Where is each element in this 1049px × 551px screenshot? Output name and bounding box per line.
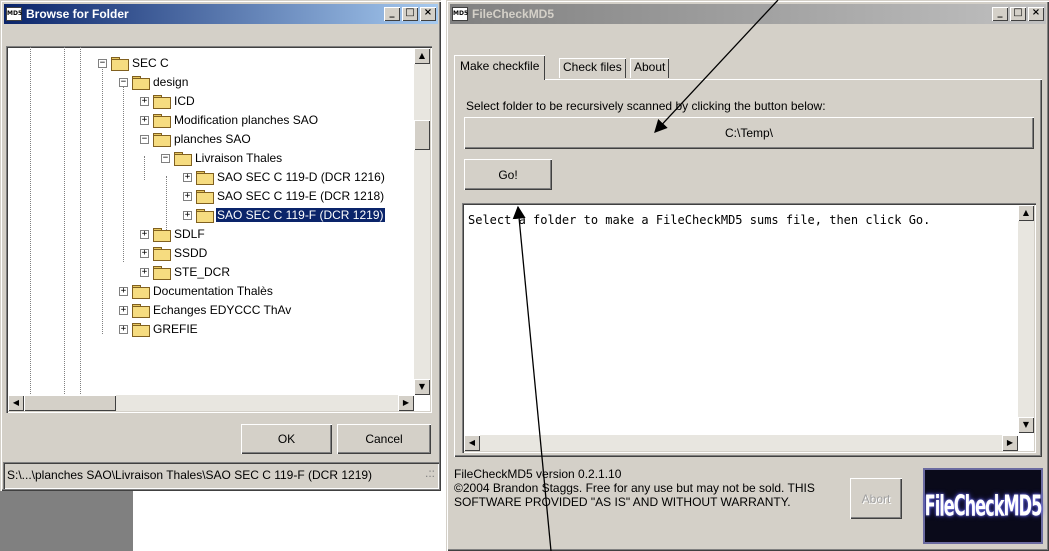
scroll-up-icon[interactable]: ▲ bbox=[1018, 205, 1034, 221]
go-button[interactable]: Go! bbox=[464, 159, 552, 190]
select-folder-button[interactable]: C:\Temp\ bbox=[464, 117, 1034, 149]
tree-item[interactable]: + SSDD bbox=[140, 244, 208, 262]
browse-for-folder-dialog: MD5 Browse for Folder _ □ × − SEC C − de… bbox=[0, 0, 441, 491]
browse-titlebar[interactable]: MD5 Browse for Folder _ □ × bbox=[4, 4, 438, 24]
output-text: Select a folder to make a FileCheckMD5 s… bbox=[468, 213, 931, 227]
resize-grip-icon[interactable]: .:: bbox=[425, 466, 435, 480]
filecheck-titlebar[interactable]: MD5 FileCheckMD5 _ □ × bbox=[450, 4, 1046, 24]
tab-make-checkfile[interactable]: Make checkfile bbox=[454, 55, 546, 80]
folder-icon bbox=[196, 190, 214, 204]
tree-vertical-scrollbar[interactable]: ▲ ▼ bbox=[414, 48, 430, 395]
scroll-down-icon[interactable]: ▼ bbox=[1018, 417, 1034, 433]
folder-icon bbox=[196, 171, 214, 185]
tree-item[interactable]: + STE_DCR bbox=[140, 263, 231, 281]
scroll-left-icon[interactable]: ◀ bbox=[464, 435, 480, 451]
copyright-text: ©2004 Brandon Staggs. Free for any use b… bbox=[454, 481, 815, 509]
folder-icon bbox=[174, 152, 192, 166]
filecheck-title: FileCheckMD5 bbox=[472, 7, 555, 21]
tab-panel: Select folder to be recursively scanned … bbox=[454, 79, 1042, 457]
ok-button[interactable]: OK bbox=[241, 424, 332, 454]
tree-item[interactable]: + GREFIE bbox=[119, 320, 199, 338]
tree-item[interactable]: + Documentation Thalès bbox=[119, 282, 274, 300]
folder-icon bbox=[132, 285, 150, 299]
md5-app-icon: MD5 bbox=[452, 7, 468, 21]
folder-icon bbox=[153, 228, 171, 242]
scroll-thumb[interactable] bbox=[414, 120, 430, 150]
scroll-down-icon[interactable]: ▼ bbox=[414, 379, 430, 395]
tree-item-selected[interactable]: + SAO SEC C 119-F (DCR 1219) bbox=[183, 206, 386, 224]
logo-text: FileCheckMD5 bbox=[924, 489, 1043, 523]
output-textarea[interactable]: Select a folder to make a FileCheckMD5 s… bbox=[462, 203, 1036, 453]
folder-icon bbox=[153, 247, 171, 261]
scroll-left-icon[interactable]: ◀ bbox=[8, 395, 24, 411]
filecheckmd5-logo: FileCheckMD5 bbox=[923, 468, 1043, 544]
folder-icon bbox=[132, 76, 150, 90]
tree-item[interactable]: − SEC C bbox=[98, 54, 170, 72]
maximize-icon[interactable]: □ bbox=[1010, 7, 1026, 21]
abort-button: Abort bbox=[850, 478, 902, 519]
minimize-icon[interactable]: _ bbox=[992, 7, 1008, 21]
folder-icon bbox=[153, 133, 171, 147]
tree-item[interactable]: + SAO SEC C 119-D (DCR 1216) bbox=[183, 168, 386, 186]
md5-app-icon: MD5 bbox=[6, 7, 22, 21]
scroll-right-icon[interactable]: ▶ bbox=[398, 395, 414, 411]
folder-icon bbox=[153, 95, 171, 109]
tree-horizontal-scrollbar[interactable]: ◀ ▶ bbox=[8, 395, 414, 411]
folder-icon bbox=[153, 114, 171, 128]
tree-item[interactable]: − design bbox=[119, 73, 189, 91]
folder-icon bbox=[132, 323, 150, 337]
tab-about[interactable]: About bbox=[630, 58, 670, 78]
folder-icon bbox=[111, 57, 129, 71]
tree-item[interactable]: − Livraison Thales bbox=[161, 149, 283, 167]
tree-item[interactable]: + Echanges EDYCCC ThAv bbox=[119, 301, 292, 319]
tree-item[interactable]: − planches SAO bbox=[140, 130, 252, 148]
instruction-text: Select folder to be recursively scanned … bbox=[466, 99, 826, 113]
scroll-up-icon[interactable]: ▲ bbox=[414, 48, 430, 64]
folder-tree[interactable]: − SEC C − design + ICD + Modification pl… bbox=[6, 46, 432, 413]
version-line: FileCheckMD5 version 0.2.1.10 bbox=[454, 467, 622, 481]
minimize-icon[interactable]: _ bbox=[384, 7, 400, 21]
version-info: FileCheckMD5 version 0.2.1.10 ©2004 Bran… bbox=[454, 467, 844, 509]
close-icon[interactable]: × bbox=[1028, 7, 1044, 21]
tab-check-files[interactable]: Check files bbox=[559, 58, 626, 78]
folder-icon bbox=[132, 304, 150, 318]
browse-title: Browse for Folder bbox=[26, 7, 129, 21]
scroll-right-icon[interactable]: ▶ bbox=[1002, 435, 1018, 451]
tree-item[interactable]: + SDLF bbox=[140, 225, 206, 243]
tree-item[interactable]: + Modification planches SAO bbox=[140, 111, 319, 129]
cancel-button[interactable]: Cancel bbox=[337, 424, 431, 454]
tree-item[interactable]: + SAO SEC C 119-E (DCR 1218) bbox=[183, 187, 385, 205]
maximize-icon[interactable]: □ bbox=[402, 7, 418, 21]
output-vertical-scrollbar[interactable]: ▲ ▼ bbox=[1018, 205, 1034, 433]
output-horizontal-scrollbar[interactable]: ◀ ▶ bbox=[464, 435, 1018, 451]
selected-path: S:\...\planches SAO\Livraison Thales\SAO… bbox=[7, 468, 373, 482]
filecheckmd5-window: MD5 FileCheckMD5 _ □ × Make checkfile Ch… bbox=[446, 0, 1049, 551]
folder-icon bbox=[153, 266, 171, 280]
tree-item[interactable]: + ICD bbox=[140, 92, 196, 110]
scroll-thumb[interactable] bbox=[24, 395, 116, 411]
status-bar: S:\...\planches SAO\Livraison Thales\SAO… bbox=[3, 462, 439, 489]
close-icon[interactable]: × bbox=[420, 7, 436, 21]
open-folder-icon bbox=[196, 209, 214, 223]
